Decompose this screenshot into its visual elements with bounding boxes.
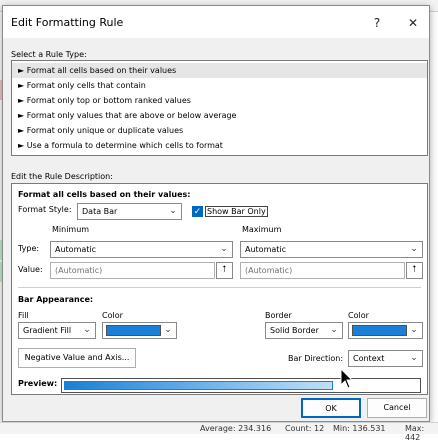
minimum-type-value: Automatic xyxy=(55,245,97,254)
rule-type-item[interactable]: ► Format all cells based on their values xyxy=(12,63,427,78)
border-color-label: Color xyxy=(348,311,369,320)
dialog-title: Edit Formatting Rule xyxy=(11,16,124,29)
preview-box xyxy=(61,378,421,393)
value-label: Value: xyxy=(18,265,43,274)
minimum-value-field[interactable]: (Automatic) xyxy=(50,262,215,279)
maximum-label: Maximum xyxy=(242,225,282,234)
fill-color-label: Color xyxy=(102,311,123,320)
minimum-type-select[interactable]: Automatic ⌄ xyxy=(50,241,233,258)
help-button[interactable]: ? xyxy=(365,13,389,33)
chevron-down-icon: ⌄ xyxy=(410,244,418,254)
maximum-value-field[interactable]: (Automatic) xyxy=(240,262,405,279)
chevron-down-icon: ⌄ xyxy=(220,244,228,254)
fill-type-select[interactable]: Gradient Fill ⌄ xyxy=(18,322,96,339)
rule-type-item[interactable]: ► Format only unique or duplicate values xyxy=(12,123,427,138)
description-heading: Format all cells based on their values: xyxy=(18,190,191,199)
divider xyxy=(18,287,421,288)
status-average: Average: 234.316 xyxy=(200,424,272,433)
show-bar-only-label: Show Bar Only xyxy=(205,206,268,217)
status-min: Min: 136.531 xyxy=(333,424,386,433)
rule-description-panel: Format all cells based on their values: … xyxy=(11,183,428,395)
rule-type-item[interactable]: ► Use a formula to determine which cells… xyxy=(12,138,427,153)
chevron-down-icon: ⌄ xyxy=(83,325,91,335)
format-style-label: Format Style: xyxy=(18,205,72,214)
title-bar: Edit Formatting Rule ? ✕ xyxy=(3,6,429,38)
maximum-type-value: Automatic xyxy=(245,245,287,254)
preview-data-bar xyxy=(64,381,333,390)
collapse-dialog-icon[interactable]: ⭡ xyxy=(216,262,233,279)
cancel-button[interactable]: Cancel xyxy=(367,398,427,418)
border-type-value: Solid Border xyxy=(270,326,319,335)
chevron-down-icon: ⌄ xyxy=(164,325,172,335)
rule-type-item[interactable]: ► Format only top or bottom ranked value… xyxy=(12,93,427,108)
rule-type-item[interactable]: ► Format only cells that contain xyxy=(12,78,427,93)
type-label: Type: xyxy=(18,244,40,253)
rule-description-label: Edit the Rule Description: xyxy=(11,172,113,181)
fill-type-value: Gradient Fill xyxy=(23,326,72,335)
chevron-down-icon: ⌄ xyxy=(410,325,418,335)
border-color-swatch xyxy=(352,325,407,336)
chevron-down-icon: ⌄ xyxy=(330,325,338,335)
chevron-down-icon: ⌄ xyxy=(169,206,177,216)
bar-direction-value: Context xyxy=(353,354,385,363)
status-bar: Average: 234.316 Count: 12 Min: 136.531 … xyxy=(0,422,438,442)
format-style-value: Data Bar xyxy=(82,207,118,216)
status-count: Count: 12 xyxy=(285,424,325,433)
border-color-picker[interactable]: ⌄ xyxy=(348,322,423,339)
show-bar-only-checkbox[interactable]: ✓ xyxy=(192,206,203,217)
mouse-cursor-icon xyxy=(340,368,354,389)
border-label: Border xyxy=(265,311,292,320)
close-button[interactable]: ✕ xyxy=(401,13,425,33)
fill-color-swatch xyxy=(106,325,161,336)
rule-type-item[interactable]: ► Format only values that are above or b… xyxy=(12,108,427,123)
border-type-select[interactable]: Solid Border ⌄ xyxy=(265,322,343,339)
bar-direction-label: Bar Direction: xyxy=(288,354,344,363)
rule-type-label: Select a Rule Type: xyxy=(11,50,87,59)
ok-button[interactable]: OK xyxy=(301,398,361,418)
rule-type-list[interactable]: ► Format all cells based on their values… xyxy=(11,60,428,156)
bar-direction-select[interactable]: Context ⌄ xyxy=(348,350,423,367)
negative-value-axis-button[interactable]: Negative Value and Axis... xyxy=(18,348,136,368)
preview-label: Preview: xyxy=(18,379,58,388)
maximum-type-select[interactable]: Automatic ⌄ xyxy=(240,241,423,258)
format-style-select[interactable]: Data Bar ⌄ xyxy=(77,203,182,220)
fill-color-picker[interactable]: ⌄ xyxy=(102,322,177,339)
edit-formatting-rule-dialog: Edit Formatting Rule ? ✕ Select a Rule T… xyxy=(2,5,430,422)
bar-appearance-label: Bar Appearance: xyxy=(18,295,94,304)
minimum-label: Minimum xyxy=(52,225,90,234)
status-max: Max: 442 xyxy=(405,424,425,442)
collapse-dialog-icon[interactable]: ⭡ xyxy=(406,262,423,279)
fill-label: Fill xyxy=(18,311,29,320)
chevron-down-icon: ⌄ xyxy=(410,353,418,363)
